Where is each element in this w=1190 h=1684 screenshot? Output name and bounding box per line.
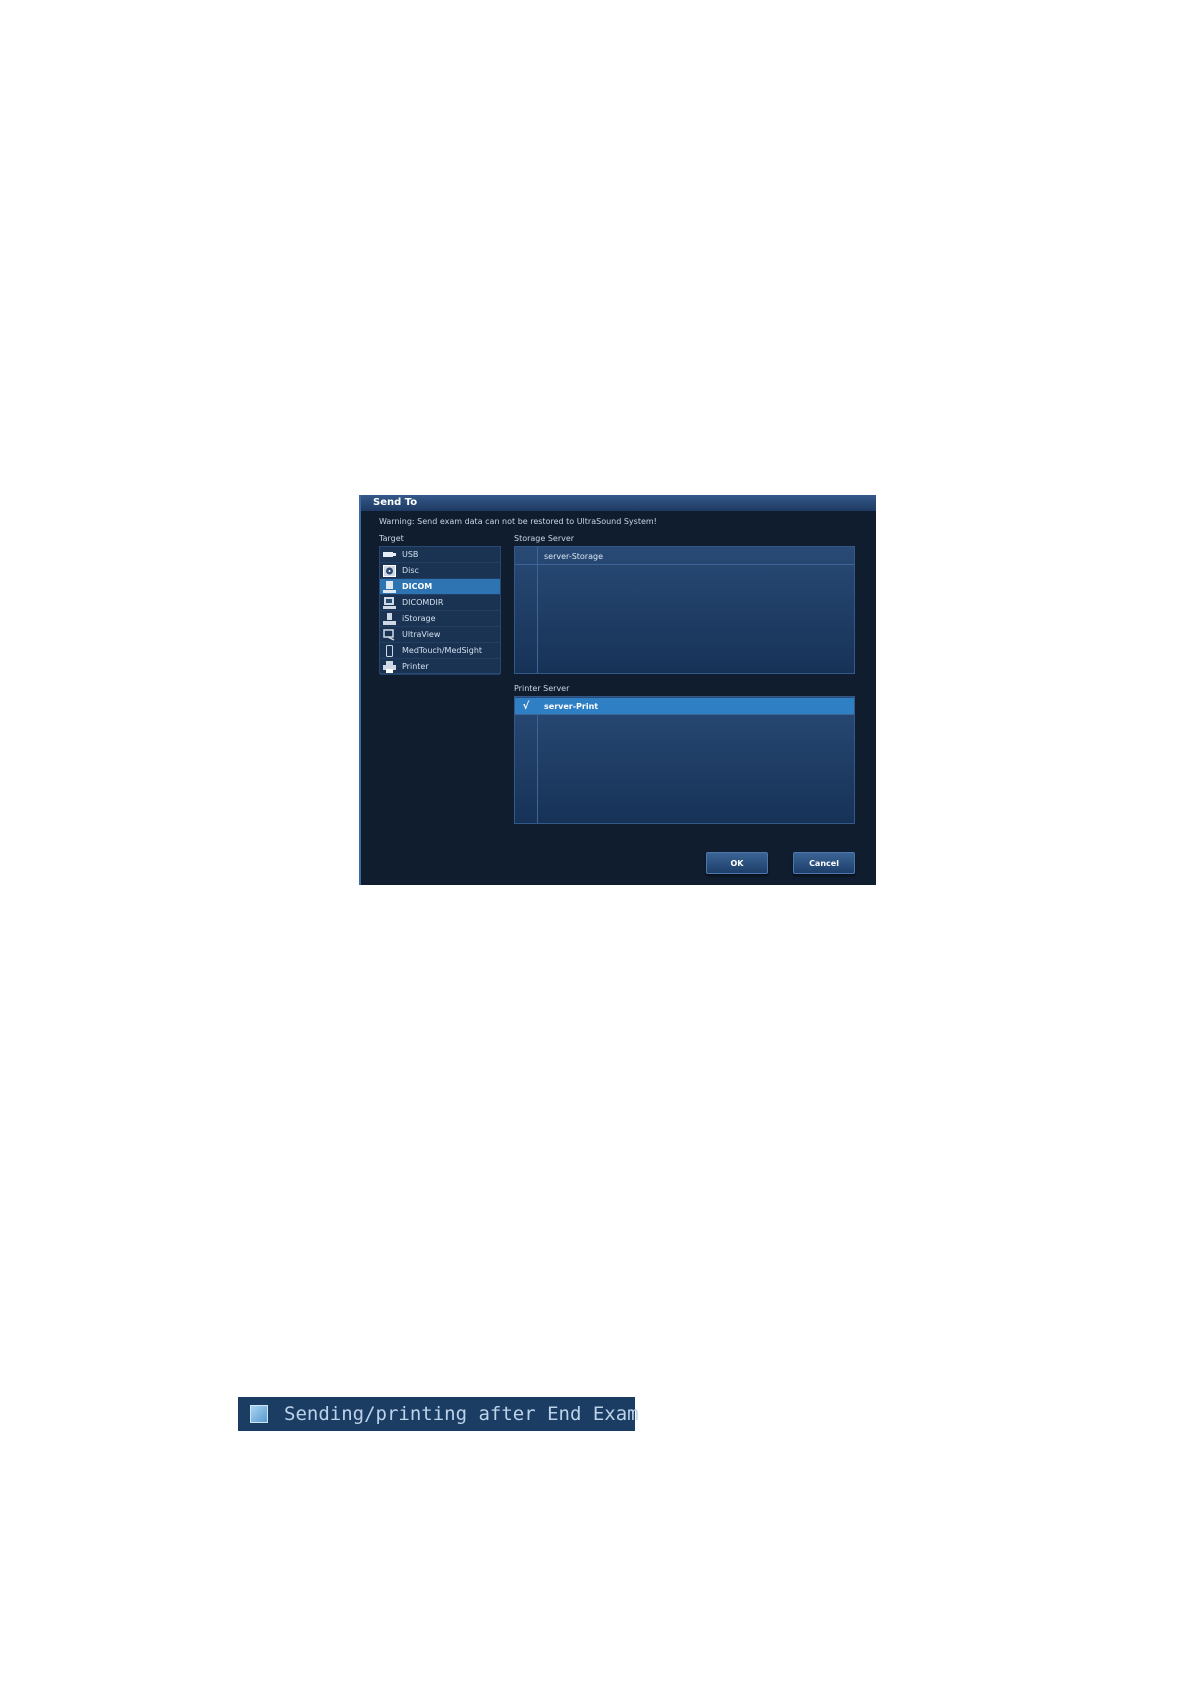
dicom-icon: [382, 580, 396, 593]
target-item-printer[interactable]: Printer: [380, 659, 500, 675]
target-item-label: UltraView: [402, 630, 441, 639]
storage-server-label: Storage Server: [514, 534, 575, 543]
target-item-label: DICOM: [402, 582, 433, 591]
printer-server-list: √ server-Print: [514, 696, 855, 824]
send-after-end-exam-label: Sending/printing after End Exam: [284, 1403, 639, 1425]
target-item-dicom[interactable]: DICOM: [380, 579, 500, 595]
target-item-label: iStorage: [402, 614, 436, 623]
ultraview-icon: [382, 628, 396, 641]
target-list: USB Disc DICOM DICOMDIR iStorage UltraVi…: [379, 546, 501, 675]
target-item-ultraview[interactable]: UltraView: [380, 627, 500, 643]
storage-server-row[interactable]: server-Storage: [515, 548, 854, 565]
cancel-button[interactable]: Cancel: [793, 852, 855, 874]
ok-button[interactable]: OK: [706, 852, 768, 874]
printer-server-label: Printer Server: [514, 684, 570, 693]
istorage-icon: [382, 612, 396, 625]
storage-server-list: server-Storage: [514, 546, 855, 674]
column-divider: [537, 547, 538, 673]
mobile-icon: [382, 644, 396, 657]
send-to-dialog: Send To Warning: Send exam data can not …: [359, 495, 876, 885]
target-label: Target: [379, 534, 404, 543]
server-check[interactable]: √: [515, 701, 537, 712]
usb-icon: [382, 549, 396, 561]
printer-icon: [382, 660, 396, 673]
target-item-dicomdir[interactable]: DICOMDIR: [380, 595, 500, 611]
target-item-label: USB: [402, 550, 419, 559]
target-item-disc[interactable]: Disc: [380, 563, 500, 579]
dicomdir-icon: [382, 596, 396, 609]
send-after-end-exam-checkbox[interactable]: [250, 1405, 268, 1423]
target-item-medtouch[interactable]: MedTouch/MedSight: [380, 643, 500, 659]
warning-message: Warning: Send exam data can not be resto…: [379, 517, 657, 526]
target-item-label: Disc: [402, 566, 419, 575]
target-item-usb[interactable]: USB: [380, 547, 500, 563]
server-name: server-Storage: [544, 551, 603, 561]
server-name: server-Print: [544, 701, 599, 711]
send-after-end-exam-option: Sending/printing after End Exam: [238, 1397, 639, 1431]
target-item-label: MedTouch/MedSight: [402, 646, 483, 655]
disc-icon: [382, 564, 396, 577]
column-divider: [537, 697, 538, 823]
target-item-istorage[interactable]: iStorage: [380, 611, 500, 627]
printer-server-row[interactable]: √ server-Print: [515, 698, 854, 715]
dialog-title: Send To: [361, 495, 876, 511]
target-item-label: DICOMDIR: [402, 598, 444, 607]
target-item-label: Printer: [402, 662, 429, 671]
